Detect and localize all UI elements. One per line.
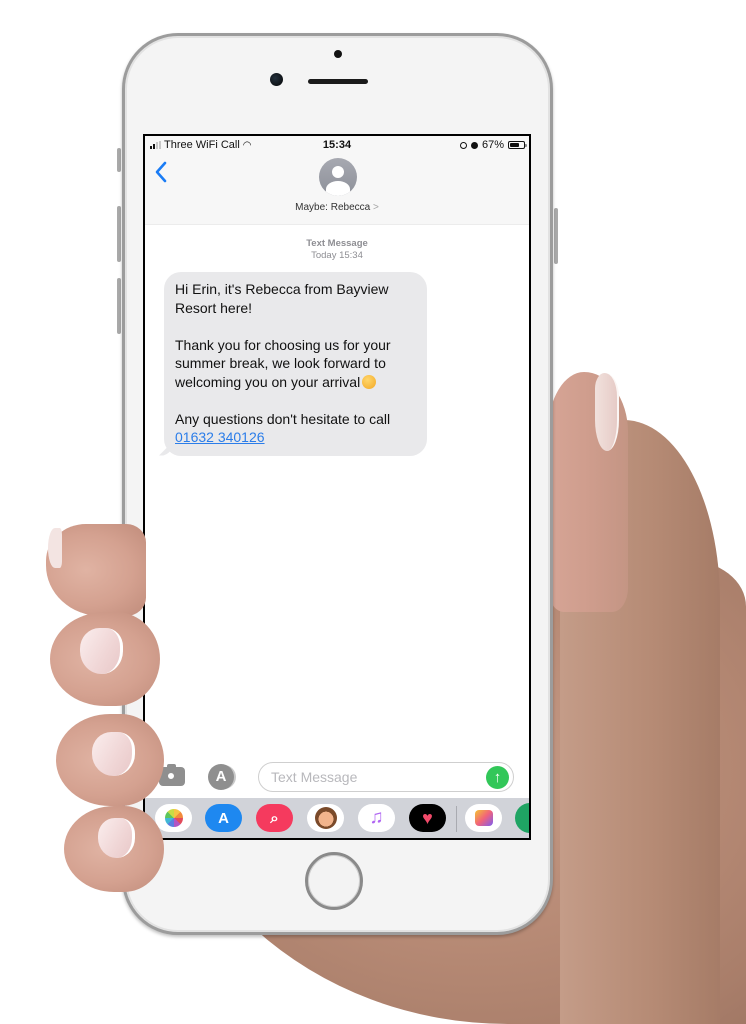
contact-name: Maybe: Rebecca — [295, 202, 371, 213]
battery-level — [510, 143, 519, 147]
apps-button[interactable]: A — [208, 764, 234, 790]
compose-bar: A ↑ — [145, 758, 529, 794]
memoji-icon — [314, 807, 337, 829]
app-memoji[interactable] — [307, 804, 344, 832]
battery-icon — [508, 141, 527, 149]
volume-down-button — [117, 278, 121, 334]
mute-switch — [117, 148, 121, 172]
app-images-search[interactable]: ⌕ — [256, 804, 293, 832]
camera-icon — [166, 771, 176, 781]
person-silhouette-body — [326, 181, 350, 196]
app-store-icon: A — [215, 768, 227, 785]
app-photos[interactable] — [155, 804, 192, 832]
imessage-app-drawer: A ⌕ ♫ ♥ — [145, 798, 529, 838]
chevron-left-icon — [155, 161, 167, 183]
send-button[interactable]: ↑ — [486, 766, 509, 789]
contact-name-button[interactable]: Maybe: Rebecca > — [145, 202, 529, 213]
heart-icon: ♥ — [422, 807, 433, 828]
front-camera — [270, 73, 283, 86]
app-collage[interactable] — [465, 804, 502, 832]
message-paragraph: Thank you for choosing us for your summe… — [175, 336, 415, 392]
message-text: Any questions don't hesitate to call — [175, 410, 391, 427]
middle-fingernail — [80, 628, 123, 674]
app-drawer-divider — [456, 806, 457, 832]
chevron-right-icon: > — [372, 202, 379, 213]
music-note-icon: ♫ — [369, 807, 384, 828]
message-paragraph: Any questions don't hesitate to call 0163… — [175, 410, 415, 447]
message-timestamp: Text Message Today 15:34 — [145, 238, 529, 262]
incoming-message-bubble[interactable]: Hi Erin, it's Rebecca from Bayview Resor… — [164, 272, 427, 456]
message-paragraph: Hi Erin, it's Rebecca from Bayview Resor… — [175, 281, 389, 316]
app-store-icon: A — [218, 809, 229, 827]
phone-number-link[interactable]: 01632 340126 — [175, 429, 265, 445]
home-button[interactable] — [305, 852, 363, 910]
conversation-header: Maybe: Rebecca > — [145, 154, 529, 225]
photo-collage-icon — [474, 810, 493, 826]
ring-fingernail — [92, 732, 135, 776]
power-button — [554, 208, 558, 264]
status-bar: Three WiFi Call ◠ 15:34 67% — [145, 136, 529, 154]
smiling-face-emoji — [362, 374, 377, 389]
alarm-icon — [470, 141, 478, 149]
message-input[interactable] — [258, 762, 514, 792]
person-silhouette-icon — [332, 166, 344, 178]
app-digital-touch[interactable]: ♥ — [409, 804, 446, 832]
photos-icon — [164, 809, 183, 827]
globe-search-icon: ⌕ — [270, 809, 279, 827]
contact-avatar[interactable] — [319, 158, 357, 196]
little-fingernail — [98, 818, 135, 858]
message-time: Today 15:34 — [311, 250, 363, 261]
phone-screen: Three WiFi Call ◠ 15:34 67% Maybe: Rebec… — [143, 134, 531, 840]
volume-up-button — [117, 206, 121, 262]
battery-percent: 67% — [481, 139, 504, 151]
message-text: Thank you for choosing us for your summe… — [175, 336, 391, 390]
earpiece-speaker — [308, 79, 368, 84]
maps-icon — [515, 803, 529, 833]
proximity-sensor — [334, 50, 342, 58]
arrow-up-icon: ↑ — [493, 769, 502, 786]
back-button[interactable] — [154, 160, 168, 188]
app-music[interactable]: ♫ — [358, 804, 395, 832]
orientation-lock-icon — [459, 141, 467, 149]
app-app-store[interactable]: A — [205, 804, 242, 832]
index-fingernail — [48, 528, 62, 568]
thumb-nail — [595, 373, 619, 451]
message-type-label: Text Message — [306, 238, 368, 249]
app-maps[interactable] — [515, 803, 529, 833]
